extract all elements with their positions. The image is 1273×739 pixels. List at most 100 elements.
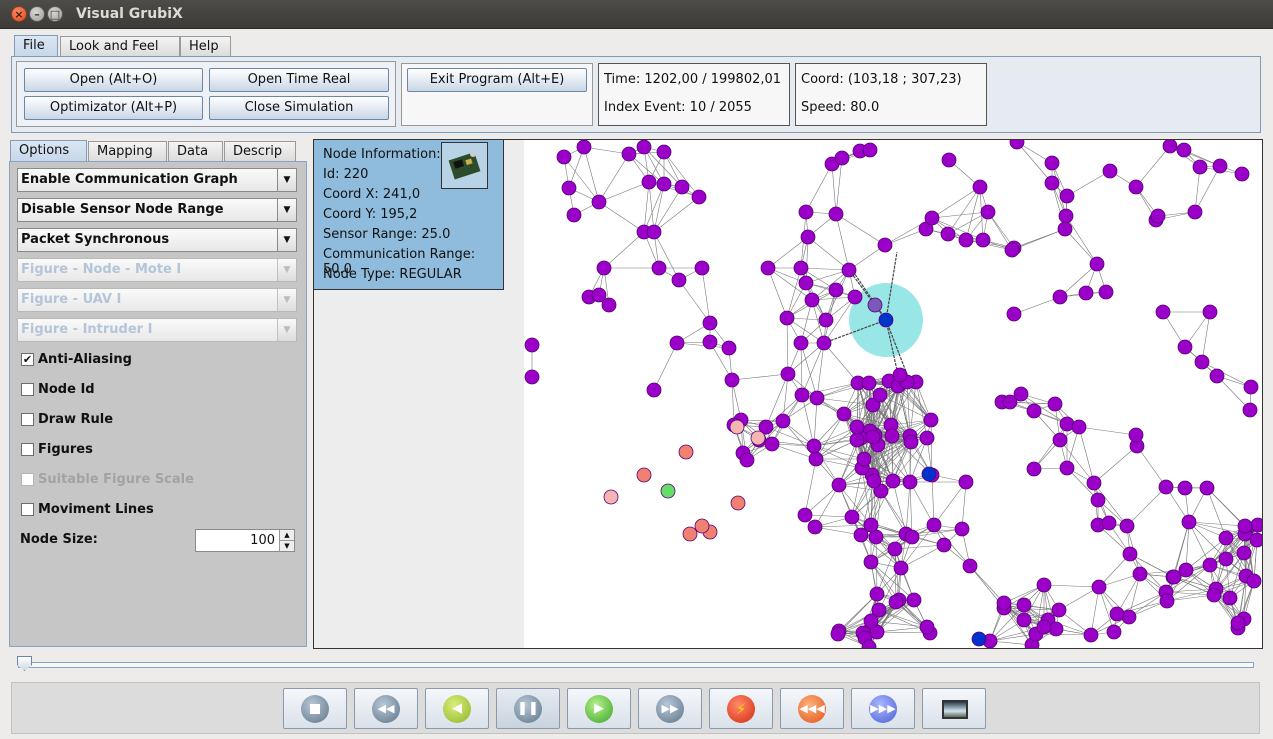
sensor-node[interactable] bbox=[1236, 545, 1252, 561]
sensor-node[interactable] bbox=[1155, 304, 1171, 320]
sensor-node[interactable] bbox=[779, 310, 795, 326]
sensor-node[interactable] bbox=[1128, 179, 1144, 195]
sensor-node[interactable] bbox=[1078, 285, 1094, 301]
sensor-node[interactable] bbox=[1181, 514, 1197, 530]
sensor-node[interactable] bbox=[760, 260, 776, 276]
sensor-node[interactable] bbox=[1044, 175, 1060, 191]
fast-forward-button[interactable]: ▶▶▶ bbox=[851, 688, 915, 729]
minimize-icon[interactable]: – bbox=[29, 6, 45, 22]
open-time-real-button[interactable]: Open Time Real bbox=[209, 68, 389, 92]
sensor-node[interactable] bbox=[1106, 624, 1122, 640]
chevron-down-icon[interactable]: ▼ bbox=[277, 229, 296, 251]
sensor-node[interactable] bbox=[576, 140, 592, 155]
sensor-node[interactable] bbox=[1058, 208, 1074, 224]
sensor-node[interactable] bbox=[996, 595, 1012, 611]
sensor-node[interactable] bbox=[863, 613, 879, 629]
sensor-node[interactable] bbox=[919, 430, 935, 446]
node-size-spinner[interactable]: 100 ▲ ▼ bbox=[195, 529, 295, 552]
sensor-node[interactable] bbox=[1047, 396, 1063, 412]
sensor-node[interactable] bbox=[1006, 306, 1022, 322]
sensor-node[interactable] bbox=[1222, 590, 1238, 606]
sensor-node[interactable] bbox=[1109, 606, 1125, 622]
sensor-node[interactable] bbox=[861, 375, 877, 391]
sensor-node[interactable] bbox=[863, 517, 879, 533]
sensor-node[interactable] bbox=[1059, 460, 1075, 476]
selected-node[interactable] bbox=[878, 312, 894, 328]
sensor-node[interactable] bbox=[863, 554, 879, 570]
sensor-node[interactable] bbox=[941, 152, 957, 168]
sensor-node[interactable] bbox=[849, 432, 865, 448]
sensor-node[interactable] bbox=[892, 367, 908, 383]
sensor-node[interactable] bbox=[887, 541, 903, 557]
checkbox-box[interactable] bbox=[21, 503, 34, 516]
sensor-node[interactable] bbox=[856, 451, 872, 467]
sensor-node[interactable] bbox=[724, 372, 740, 388]
sensor-node[interactable] bbox=[591, 194, 607, 210]
sensor-node[interactable] bbox=[902, 474, 918, 490]
sensor-node[interactable] bbox=[924, 210, 940, 226]
time-slider-thumb[interactable] bbox=[17, 656, 32, 671]
maximize-icon[interactable]: □ bbox=[47, 6, 63, 22]
sensor-node[interactable] bbox=[1206, 587, 1222, 603]
sensor-node[interactable] bbox=[926, 517, 942, 533]
check-icon[interactable]: ✔ bbox=[21, 353, 34, 366]
sensor-node[interactable] bbox=[877, 237, 893, 253]
sensor-node[interactable] bbox=[923, 412, 939, 428]
sensor-node[interactable] bbox=[1166, 569, 1182, 585]
sensor-node[interactable] bbox=[794, 387, 810, 403]
sensor-node[interactable] bbox=[1177, 339, 1193, 355]
sensor-node[interactable] bbox=[1218, 530, 1234, 546]
close-icon[interactable]: × bbox=[11, 6, 27, 22]
sensor-node[interactable] bbox=[524, 337, 540, 353]
alert-node[interactable] bbox=[603, 489, 619, 505]
play-button[interactable]: ▶ bbox=[567, 688, 631, 729]
sensor-node[interactable] bbox=[893, 560, 909, 576]
exit-program-button[interactable]: Exit Program (Alt+E) bbox=[407, 68, 587, 92]
sensor-node[interactable] bbox=[841, 262, 857, 278]
sensor-node[interactable] bbox=[972, 179, 988, 195]
sensor-node[interactable] bbox=[1234, 166, 1250, 182]
sensor-node[interactable] bbox=[809, 390, 825, 406]
skip-forward-button[interactable]: ▶▶ bbox=[638, 688, 702, 729]
sensor-node[interactable] bbox=[1237, 518, 1253, 534]
sensor-node[interactable] bbox=[1159, 593, 1175, 609]
sensor-node[interactable] bbox=[797, 507, 813, 523]
sensor-node[interactable] bbox=[691, 189, 707, 205]
sensor-node[interactable] bbox=[804, 292, 820, 308]
optimizator-button[interactable]: Optimizator (Alt+P) bbox=[24, 96, 203, 120]
sensor-node[interactable] bbox=[906, 592, 922, 608]
sensor-node[interactable] bbox=[867, 297, 883, 313]
sensor-node[interactable] bbox=[869, 586, 885, 602]
sensor-node[interactable] bbox=[807, 519, 823, 535]
sensor-node[interactable] bbox=[739, 452, 755, 468]
sensor-node[interactable] bbox=[798, 204, 814, 220]
sensor-node[interactable] bbox=[1091, 579, 1107, 595]
sensor-range-combo[interactable]: Disable Sensor Node Range ▼ bbox=[17, 198, 297, 222]
sensor-node[interactable] bbox=[1243, 379, 1259, 395]
sensor-node[interactable] bbox=[847, 289, 863, 305]
event-node[interactable] bbox=[730, 495, 746, 511]
sensor-node[interactable] bbox=[834, 150, 850, 166]
tab-options[interactable]: Options bbox=[10, 140, 87, 162]
event-node[interactable] bbox=[694, 518, 710, 534]
sensor-node[interactable] bbox=[566, 207, 582, 223]
sensor-node[interactable] bbox=[844, 509, 860, 525]
sensor-node[interactable] bbox=[1218, 551, 1234, 567]
sensor-node[interactable] bbox=[561, 180, 577, 196]
spinner-down-icon[interactable]: ▼ bbox=[279, 541, 294, 551]
checkbox-box[interactable] bbox=[21, 413, 34, 426]
sensor-node[interactable] bbox=[872, 387, 888, 403]
tab-data[interactable]: Data bbox=[168, 141, 223, 161]
sensor-node[interactable] bbox=[1016, 612, 1032, 628]
sensor-node[interactable] bbox=[1122, 546, 1138, 562]
sensor-node[interactable] bbox=[980, 204, 996, 220]
sensor-node[interactable] bbox=[694, 260, 710, 276]
sensor-node[interactable] bbox=[646, 224, 662, 240]
sensor-node[interactable] bbox=[1176, 142, 1192, 158]
sensor-node[interactable] bbox=[636, 140, 652, 155]
sensor-node[interactable] bbox=[1119, 518, 1135, 534]
rewind-button[interactable]: ◀◀◀ bbox=[780, 688, 844, 729]
sensor-node[interactable] bbox=[1090, 492, 1106, 508]
sensor-node[interactable] bbox=[1128, 427, 1144, 443]
sensor-node[interactable] bbox=[656, 176, 672, 192]
